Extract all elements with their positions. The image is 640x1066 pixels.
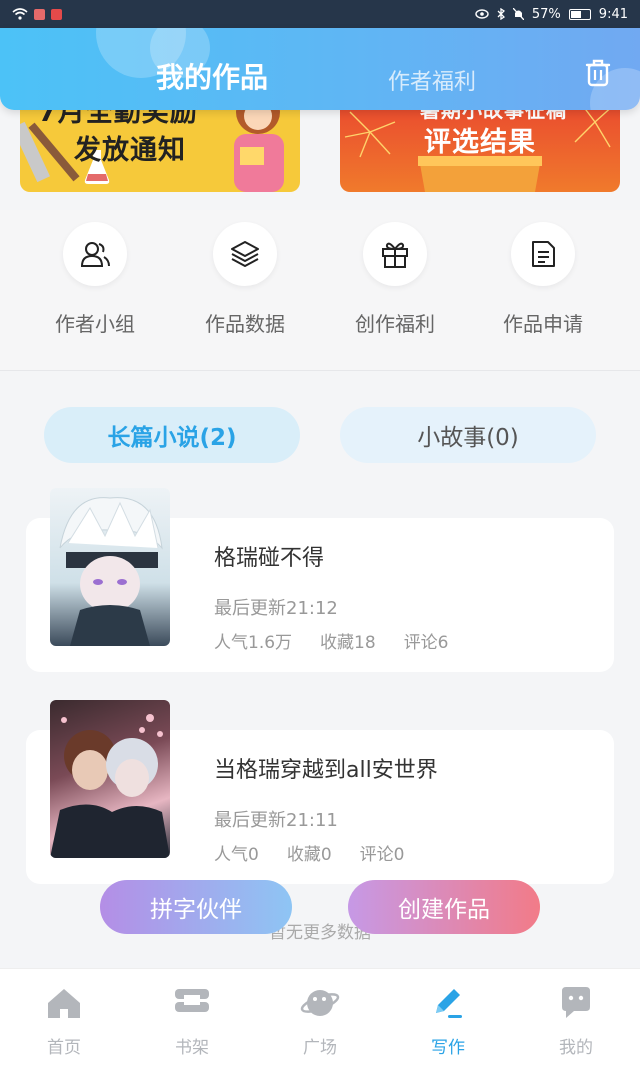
anime-character-illustration (59, 497, 163, 646)
action-work-application[interactable]: 作品申请 (478, 210, 608, 337)
action-label: 作者小组 (55, 312, 135, 336)
bottom-nav: 首页 书架 广场 写作 我的 (0, 968, 640, 1066)
gift-icon (382, 242, 408, 268)
action-label: 作品申请 (503, 312, 583, 336)
anime-characters-illustration (50, 714, 170, 858)
trash-icon[interactable] (584, 58, 612, 88)
chat-bubble-icon (562, 987, 590, 1018)
work-stats: 人气1.6万 收藏18 评论6 (214, 628, 449, 653)
create-work-button[interactable]: 创建作品 (348, 880, 540, 934)
work-favorites: 收藏18 (320, 633, 376, 653)
quick-actions: 作者小组 作品数据 创作福利 作品申请 (0, 210, 640, 370)
section-divider (0, 370, 640, 371)
work-comments: 评论6 (403, 633, 449, 653)
layers-icon (231, 241, 259, 267)
nav-square[interactable]: 广场 (256, 969, 384, 1066)
battery-percent: 57% (531, 6, 561, 22)
app-header: 我的作品 作者福利 (0, 28, 640, 110)
work-updated: 最后更新21:12 (214, 598, 338, 619)
nav-label: 书架 (175, 1038, 209, 1058)
nav-label: 我的 (559, 1038, 593, 1058)
work-comments: 评论0 (359, 845, 405, 865)
work-title: 格瑞碰不得 (214, 546, 325, 571)
work-updated: 最后更新21:11 (214, 810, 338, 831)
work-cover-image[interactable] (50, 488, 170, 646)
clock: 9:41 (598, 6, 628, 22)
mute-bell-icon (512, 8, 524, 20)
tab-short-story[interactable]: 小故事(0) (340, 407, 596, 463)
nav-label: 写作 (431, 1038, 465, 1058)
home-icon (48, 989, 80, 1018)
action-work-data[interactable]: 作品数据 (180, 210, 310, 337)
work-popularity: 人气1.6万 (214, 633, 293, 653)
eye-icon (475, 9, 489, 19)
pen-icon (436, 989, 462, 1018)
page-title[interactable]: 我的作品 (156, 56, 268, 96)
nav-label: 首页 (47, 1038, 81, 1058)
action-author-group[interactable]: 作者小组 (30, 210, 160, 337)
nav-home[interactable]: 首页 (0, 969, 128, 1066)
wifi-icon (12, 8, 28, 20)
partner-button[interactable]: 拼字伙伴 (100, 880, 292, 934)
group-icon (80, 242, 110, 267)
work-cover-image[interactable] (50, 700, 170, 858)
app-notification-icon (51, 8, 62, 20)
action-creation-welfare[interactable]: 创作福利 (330, 210, 460, 337)
no-more-data-text: 暂无更多数据 (269, 923, 371, 943)
nav-me[interactable]: 我的 (512, 969, 640, 1066)
tab-author-welfare[interactable]: 作者福利 (388, 64, 476, 96)
bookshelf-icon (175, 989, 209, 1012)
battery-icon (568, 8, 591, 20)
work-popularity: 人气0 (214, 845, 259, 865)
nav-bookshelf[interactable]: 书架 (128, 969, 256, 1066)
work-favorites: 收藏0 (286, 845, 332, 865)
bluetooth-icon (497, 8, 505, 20)
banner-line2: 发放通知 (74, 135, 186, 166)
banner-line2: 评选结果 (424, 127, 536, 158)
planet-icon (300, 990, 340, 1016)
nav-label: 广场 (303, 1038, 337, 1058)
document-icon (532, 241, 555, 267)
nav-write[interactable]: 写作 (384, 969, 512, 1066)
work-stats: 人气0 收藏0 评论0 (214, 840, 404, 865)
tab-long-novel[interactable]: 长篇小说(2) (44, 407, 300, 463)
work-title: 当格瑞穿越到all安世界 (214, 758, 438, 783)
action-label: 作品数据 (205, 312, 285, 336)
status-bar: 57% 9:41 (0, 0, 640, 28)
app-notification-icon (34, 8, 45, 20)
action-label: 创作福利 (355, 312, 435, 336)
